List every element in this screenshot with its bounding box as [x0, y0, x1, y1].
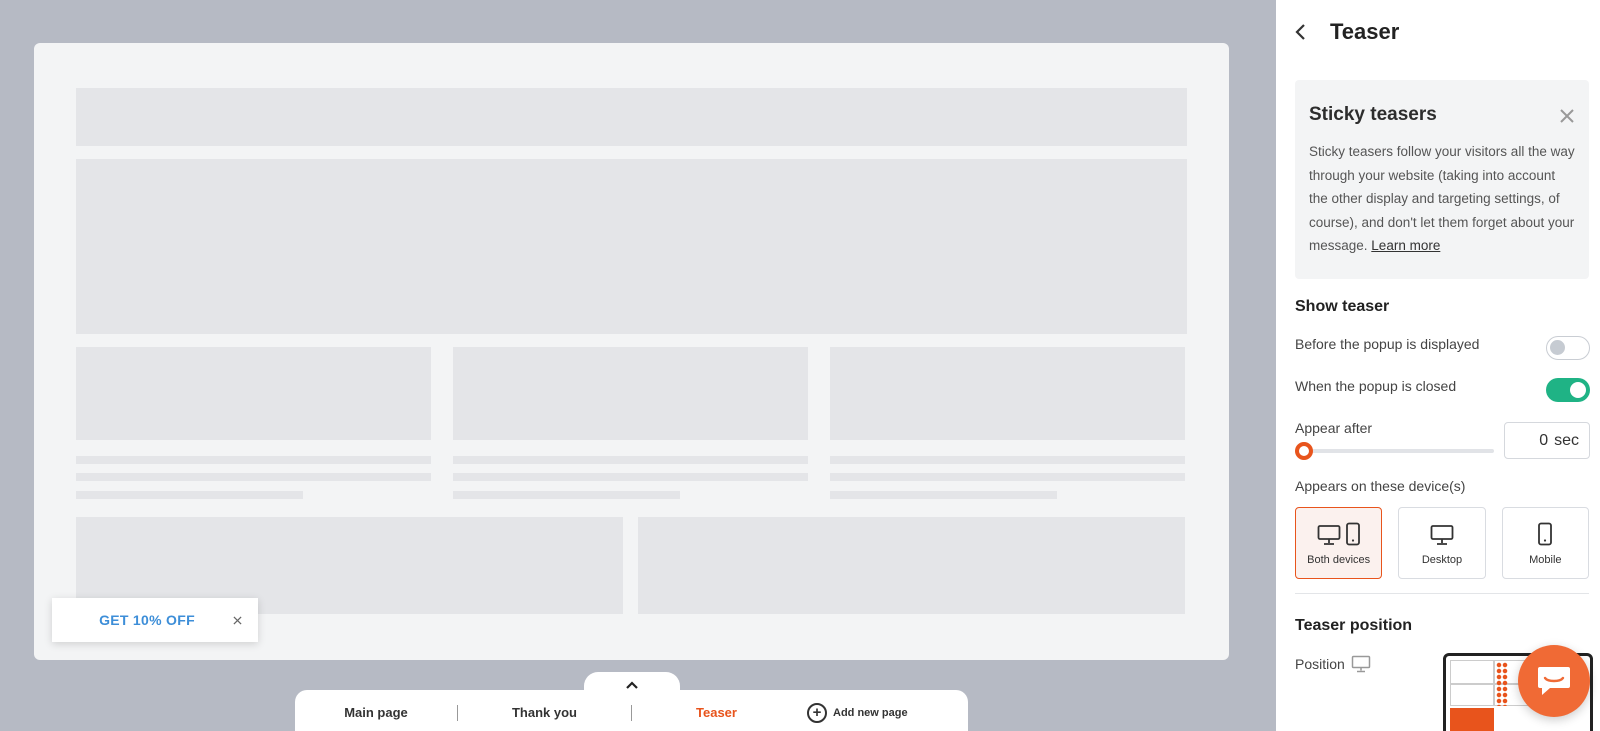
placeholder-line [830, 473, 1185, 481]
placeholder-line [453, 473, 808, 481]
device-option-label: Desktop [1421, 554, 1463, 566]
plus-circle-icon: + [807, 702, 827, 723]
placeholder-block [638, 517, 1185, 614]
add-new-page-label: Add new page [833, 706, 908, 719]
placeholder-header [76, 88, 1187, 146]
device-option-label: Both devices [1307, 554, 1371, 566]
settings-panel: Teaser Sticky teasers Sticky teasers fol… [1276, 0, 1600, 731]
position-dots [1496, 662, 1508, 706]
placeholder-card [76, 347, 431, 440]
teaser-label: GET 10% OFF [99, 612, 195, 628]
position-cell[interactable] [1450, 684, 1494, 706]
close-icon[interactable] [1557, 106, 1577, 126]
placeholder-line [76, 473, 431, 481]
editor-canvas: GET 10% OFF Main page Thank you Teaser +… [0, 0, 1276, 731]
info-text: Sticky teasers follow your visitors all … [1309, 144, 1575, 253]
placeholder-line [453, 456, 808, 464]
before-popup-label: Before the popup is displayed [1295, 336, 1480, 352]
section-divider [1295, 593, 1589, 594]
desktop-icon [1430, 525, 1454, 545]
appear-after-input[interactable]: 0 sec [1504, 422, 1590, 459]
device-selector: Both devices Desktop Mobile [1295, 507, 1589, 579]
position-label: Position [1295, 656, 1345, 672]
after-close-toggle[interactable] [1546, 378, 1590, 402]
back-arrow-icon[interactable] [1290, 22, 1310, 42]
device-option-desktop[interactable]: Desktop [1398, 507, 1486, 579]
appear-after-value: 0 [1539, 431, 1549, 449]
position-cell[interactable] [1450, 660, 1494, 684]
slider-thumb[interactable] [1295, 442, 1313, 460]
placeholder-line [830, 456, 1185, 464]
placeholder-line [453, 491, 680, 499]
desktop-icon [1351, 655, 1371, 673]
show-teaser-title: Show teaser [1295, 298, 1390, 315]
appear-after-label: Appear after [1295, 420, 1373, 436]
position-row: Position [1295, 655, 1371, 673]
close-icon[interactable] [228, 611, 246, 629]
placeholder-line [830, 491, 1057, 499]
before-popup-toggle[interactable] [1546, 336, 1590, 360]
devices-label: Appears on these device(s) [1295, 478, 1466, 494]
position-selected [1450, 708, 1494, 731]
mobile-icon [1345, 522, 1360, 546]
website-preview [34, 43, 1229, 660]
tab-teaser[interactable]: Teaser [632, 705, 801, 720]
placeholder-hero [76, 159, 1187, 334]
learn-more-link[interactable]: Learn more [1371, 238, 1440, 253]
page-tabs: Main page Thank you Teaser + Add new pag… [295, 690, 968, 731]
panel-title: Teaser [1330, 19, 1400, 44]
desktop-icon [1317, 525, 1341, 545]
add-new-page-button[interactable]: + Add new page [807, 702, 908, 723]
appear-after-unit: sec [1554, 431, 1579, 449]
info-heading: Sticky teasers [1309, 104, 1437, 125]
placeholder-line [76, 456, 431, 464]
device-option-label: Mobile [1529, 554, 1562, 566]
chat-icon [1538, 667, 1570, 695]
panel-header: Teaser [1276, 0, 1600, 64]
device-option-both[interactable]: Both devices [1295, 507, 1383, 579]
chevron-up-icon [626, 681, 638, 689]
placeholder-card [830, 347, 1185, 440]
mobile-icon [1538, 522, 1553, 546]
chat-widget-button[interactable] [1518, 645, 1590, 717]
tab-thank-you[interactable]: Thank you [458, 705, 631, 720]
placeholder-line [76, 491, 303, 499]
device-option-mobile[interactable]: Mobile [1501, 507, 1589, 579]
after-close-label: When the popup is closed [1295, 378, 1457, 394]
placeholder-card [453, 347, 808, 440]
teaser-position-title: Teaser position [1295, 617, 1413, 634]
teaser-preview[interactable]: GET 10% OFF [52, 598, 258, 642]
info-box: Sticky teasers Sticky teasers follow you… [1295, 80, 1589, 279]
appear-after-slider[interactable] [1295, 442, 1494, 460]
tab-main-page[interactable]: Main page [295, 705, 457, 720]
